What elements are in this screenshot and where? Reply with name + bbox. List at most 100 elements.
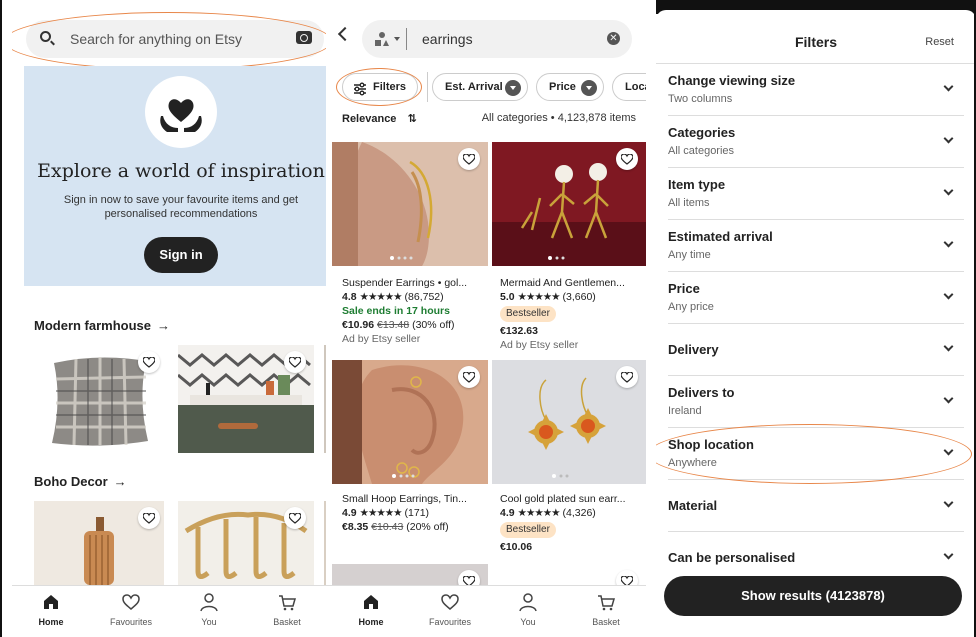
favourite-heart-icon[interactable]	[616, 148, 638, 170]
filter-label: Can be personalised	[668, 550, 796, 565]
filter-label: Categories	[668, 125, 736, 140]
favourite-heart-icon[interactable]	[138, 507, 160, 529]
filter-row-delivers-to[interactable]: Delivers to Ireland	[668, 376, 964, 428]
sign-in-button[interactable]: Sign in	[144, 237, 218, 273]
nav-you[interactable]: You	[493, 592, 563, 627]
filter-row-delivery[interactable]: Delivery	[668, 324, 964, 376]
carousel-dots	[552, 474, 569, 478]
filter-row-estimated-arrival[interactable]: Estimated arrival Any time	[668, 220, 964, 272]
nav-home[interactable]: Home	[336, 592, 406, 627]
dropdown-icon	[581, 80, 597, 96]
filters-chip[interactable]: Filters	[342, 73, 418, 101]
chevron-down-icon	[943, 497, 954, 508]
product-card-1-info[interactable]: Suspender Earrings • gol... 4.8 ★★★★★ (8…	[342, 276, 488, 346]
chevron-down-icon	[943, 289, 954, 300]
product-card-3-info[interactable]: Small Hoop Earrings, Tin... 4.9 ★★★★★ (1…	[342, 492, 488, 534]
camera-icon[interactable]	[296, 31, 312, 44]
rating-row: 4.8 ★★★★★ (86,752)	[342, 290, 488, 304]
clear-icon[interactable]: ✕	[607, 32, 620, 45]
bottom-nav: Home Favourites You Basket	[12, 585, 326, 637]
arrow-right-icon: →	[113, 474, 127, 489]
product-card-4-info[interactable]: Cool gold plated sun earr... 4.9 ★★★★★ (…	[500, 492, 646, 554]
favourite-heart-icon[interactable]	[284, 507, 306, 529]
product-title: Small Hoop Earrings, Tin...	[342, 493, 467, 505]
filter-row-price[interactable]: Price Any price	[668, 272, 964, 324]
home-icon	[336, 592, 406, 614]
filter-row-categories[interactable]: Categories All categories	[668, 116, 964, 168]
nav-basket[interactable]: Basket	[252, 592, 322, 627]
ad-label: Ad by Etsy seller	[342, 333, 421, 345]
product-title: Cool gold plated sun earr...	[500, 493, 626, 505]
chevron-down-icon	[943, 81, 954, 92]
sort-label: Relevance	[342, 113, 397, 125]
favourite-heart-icon[interactable]	[138, 351, 160, 373]
review-count: (86,752)	[404, 291, 444, 303]
filter-row-personalised[interactable]: Can be personalised	[668, 532, 964, 572]
section-title-modern-farmhouse[interactable]: Modern farmhouse →	[34, 318, 170, 333]
shapes-category-icon[interactable]	[374, 31, 390, 47]
nav-favourites[interactable]: Favourites	[415, 592, 485, 627]
heart-hands-logo-icon	[145, 76, 217, 148]
product-image-bathroom-vanity[interactable]	[178, 345, 314, 453]
chip-separator	[427, 72, 428, 102]
favourite-heart-icon[interactable]	[616, 366, 638, 388]
bestseller-badge: Bestseller	[500, 306, 556, 322]
star-rating-icon: ★★★★★	[517, 507, 561, 519]
location-chip[interactable]: Locat	[612, 73, 646, 101]
favourite-heart-icon[interactable]	[458, 366, 480, 388]
carousel-dots	[390, 256, 413, 260]
product-card-2-info[interactable]: Mermaid And Gentlemen... 5.0 ★★★★★ (3,66…	[500, 276, 646, 352]
back-arrow-icon[interactable]	[337, 26, 353, 42]
rating-row: 4.9 ★★★★★ (4,326)	[500, 506, 646, 520]
filter-row-shop-location[interactable]: Shop location Anywhere	[668, 428, 964, 480]
caret-down-icon[interactable]	[394, 37, 400, 41]
favourite-heart-icon[interactable]	[284, 351, 306, 373]
nav-label: Home	[38, 617, 64, 627]
product-image-small-hoop-earrings[interactable]	[332, 360, 488, 484]
reset-button[interactable]: Reset	[925, 36, 954, 48]
section-title-boho-decor[interactable]: Boho Decor →	[34, 474, 127, 489]
star-rating-icon: ★★★★★	[517, 291, 561, 303]
est-arrival-chip[interactable]: Est. Arrival	[432, 73, 528, 101]
product-image-wood-vase[interactable]	[34, 501, 164, 585]
chip-label: Filters	[373, 81, 407, 93]
hero-title: Explore a world of inspiration	[37, 160, 325, 182]
filter-row-item-type[interactable]: Item type All items	[668, 168, 964, 220]
section-label: Boho Decor	[34, 474, 108, 489]
search-bar[interactable]: Search for anything on Etsy	[26, 20, 324, 58]
product-image-sun-earrings[interactable]	[492, 360, 646, 484]
nav-label: Basket	[592, 617, 620, 627]
star-rating-icon: ★★★★★	[359, 291, 403, 303]
price: €10.06	[500, 541, 533, 553]
filter-value: Any time	[668, 249, 711, 261]
search-placeholder[interactable]: Search for anything on Etsy	[70, 31, 242, 47]
filter-value: Any price	[668, 301, 714, 313]
favourite-heart-icon[interactable]	[458, 148, 480, 170]
filter-row-material[interactable]: Material	[668, 480, 964, 532]
nav-home[interactable]: Home	[16, 592, 86, 627]
filter-value: Anywhere	[668, 457, 717, 469]
sort-control[interactable]: Relevance ⇅	[342, 112, 417, 125]
product-image-mermaid-earrings[interactable]	[492, 142, 646, 266]
star-rating-icon: ★★★★★	[359, 507, 403, 519]
product-image-rattan-hooks[interactable]	[178, 501, 314, 585]
nav-favourites[interactable]: Favourites	[96, 592, 166, 627]
search-bar[interactable]: earrings ✕	[362, 20, 632, 58]
product-image-plaid-pillow[interactable]	[34, 345, 164, 453]
rating-row: 5.0 ★★★★★ (3,660)	[500, 290, 646, 304]
search-query[interactable]: earrings	[422, 31, 473, 47]
product-image-suspender-earrings[interactable]	[332, 142, 488, 266]
rating-value: 4.9	[500, 507, 515, 519]
price-chip[interactable]: Price	[536, 73, 604, 101]
rating-value: 4.8	[342, 291, 357, 303]
category-summary[interactable]: All categories • 4,123,878 items	[482, 112, 636, 124]
nav-you[interactable]: You	[174, 592, 244, 627]
filter-value: All items	[668, 197, 710, 209]
show-results-button[interactable]: Show results (4123878)	[664, 576, 962, 616]
filter-row-viewing-size[interactable]: Change viewing size Two columns	[668, 64, 964, 116]
filter-label: Material	[668, 498, 718, 513]
hero-banner: Explore a world of inspiration Sign in n…	[24, 66, 326, 286]
sort-icon: ⇅	[407, 113, 417, 125]
filter-value: All categories	[668, 145, 735, 157]
nav-basket[interactable]: Basket	[571, 592, 641, 627]
